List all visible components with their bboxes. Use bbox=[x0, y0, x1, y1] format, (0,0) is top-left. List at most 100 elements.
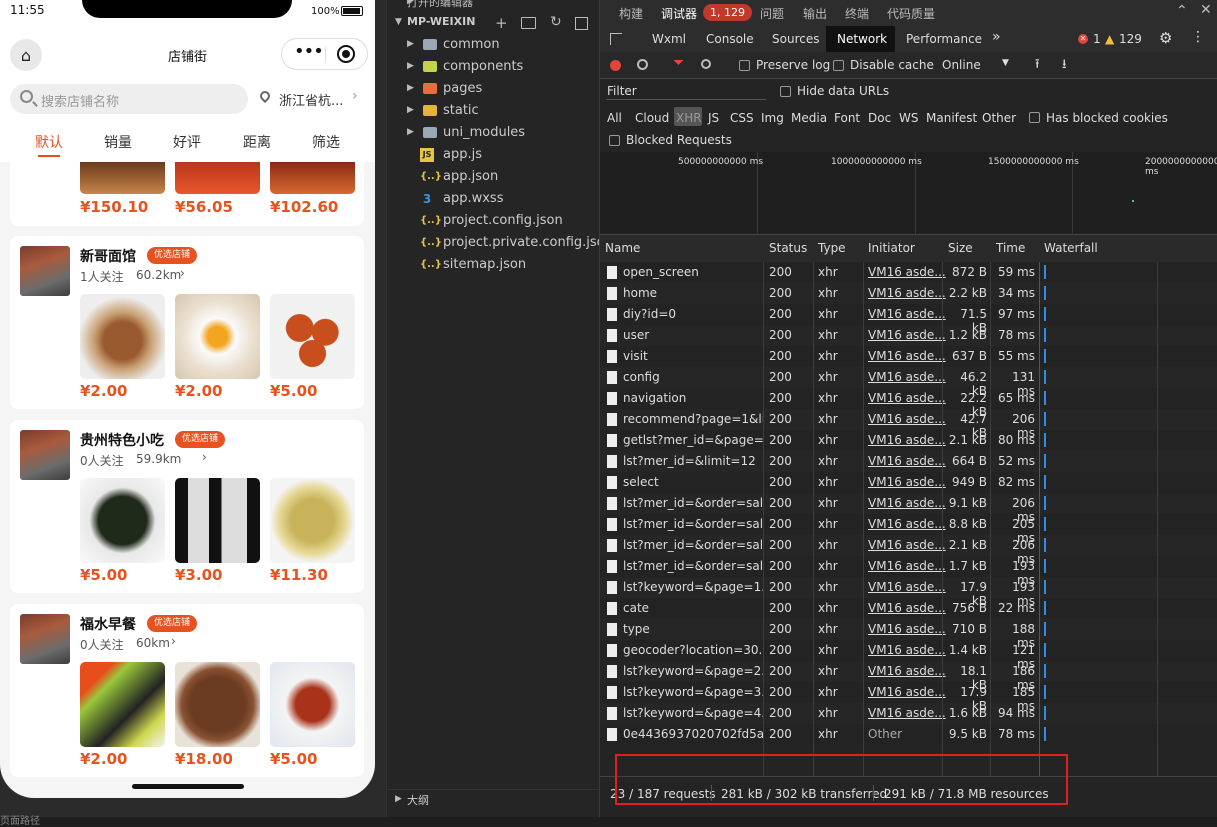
location-pin-icon[interactable] bbox=[257, 88, 273, 104]
request-name[interactable]: lst?keyword=&page=1... bbox=[623, 580, 763, 594]
table-row[interactable]: lst?mer_id=&order=sal... 200 xhr VM16 asde.… bbox=[600, 556, 1217, 587]
file-sitemap[interactable]: {..} sitemap.json bbox=[387, 255, 600, 277]
store-thumbnail[interactable] bbox=[20, 246, 70, 296]
store-thumbnail[interactable] bbox=[20, 430, 70, 480]
hide-data-urls-label[interactable]: Hide data URLs bbox=[797, 84, 889, 98]
disable-cache-label[interactable]: Disable cache bbox=[850, 58, 934, 72]
chevron-right-icon[interactable]: › bbox=[180, 266, 185, 280]
store-card[interactable]: 福水早餐 优选店铺 0人关注 60km › ¥2.00 ¥18.00 ¥5.00 bbox=[10, 604, 364, 777]
product-photo[interactable] bbox=[175, 662, 260, 747]
type-xhr[interactable]: XHR bbox=[676, 111, 702, 125]
table-row[interactable]: cate 200 xhr VM16 asde... 756 B 22 ms bbox=[600, 598, 1217, 619]
tab-terminal[interactable]: 终端 bbox=[845, 5, 869, 22]
type-doc[interactable]: Doc bbox=[868, 111, 891, 125]
tab-rating[interactable]: 好评 bbox=[173, 132, 201, 152]
product-photo[interactable] bbox=[175, 162, 260, 194]
request-initiator[interactable]: VM16 asde... bbox=[868, 391, 946, 405]
open-editors-section[interactable]: ▶ 打开的编辑器 bbox=[387, 0, 600, 14]
column-type[interactable]: Type bbox=[818, 241, 846, 255]
folder-components[interactable]: ▶ components bbox=[387, 57, 600, 79]
request-initiator[interactable]: VM16 asde... bbox=[868, 412, 946, 426]
type-font[interactable]: Font bbox=[834, 111, 860, 125]
table-row[interactable]: type 200 xhr VM16 asde... 710 B 188 ms bbox=[600, 619, 1217, 650]
collapse-panel-icon[interactable]: ⌃ bbox=[1176, 3, 1188, 19]
hide-data-urls-checkbox[interactable] bbox=[780, 86, 791, 97]
outline-section[interactable]: ▶ 大纲 bbox=[387, 789, 600, 812]
error-icon[interactable]: ✕ bbox=[1078, 34, 1088, 44]
table-row[interactable]: user 200 xhr VM16 asde... 1.2 kB 78 ms bbox=[600, 325, 1217, 346]
request-initiator[interactable]: VM16 asde... bbox=[868, 286, 946, 300]
type-manifest[interactable]: Manifest bbox=[926, 111, 977, 125]
close-icon[interactable]: ✕ bbox=[1200, 2, 1212, 18]
request-initiator[interactable]: VM16 asde... bbox=[868, 622, 946, 636]
type-js[interactable]: JS bbox=[708, 111, 719, 125]
folder-uni-modules[interactable]: ▶ uni_modules bbox=[387, 123, 600, 145]
product-photo[interactable] bbox=[175, 294, 260, 379]
tab-build[interactable]: 构建 bbox=[619, 5, 643, 22]
chevron-right-icon[interactable]: › bbox=[352, 88, 358, 104]
request-name[interactable]: user bbox=[623, 328, 763, 342]
tab-console[interactable]: Console bbox=[706, 32, 754, 46]
column-initiator[interactable]: Initiator bbox=[868, 241, 915, 255]
record-button[interactable] bbox=[610, 60, 621, 71]
clear-icon[interactable] bbox=[637, 59, 648, 70]
chevron-right-icon[interactable]: › bbox=[171, 634, 176, 648]
column-waterfall[interactable]: Waterfall bbox=[1044, 241, 1098, 255]
tab-debugger[interactable]: 调试器 bbox=[661, 5, 697, 22]
file-app-wxss[interactable]: 3 app.wxss bbox=[387, 189, 600, 211]
refresh-icon[interactable]: ↻ bbox=[550, 14, 562, 30]
request-name[interactable]: getlst?mer_id=&page=... bbox=[623, 433, 763, 447]
new-folder-icon[interactable] bbox=[521, 17, 536, 29]
type-other[interactable]: Other bbox=[982, 111, 1016, 125]
tab-output[interactable]: 输出 bbox=[803, 5, 827, 22]
store-card[interactable]: 新哥面馆 优选店铺 1人关注 60.2km › ¥2.00 ¥2.00 ¥5.0… bbox=[10, 236, 364, 409]
file-project-config[interactable]: {..} project.config.json bbox=[387, 211, 600, 233]
request-initiator[interactable]: Other bbox=[868, 727, 902, 741]
capsule-menu[interactable]: ••• bbox=[281, 38, 368, 70]
more-dots-icon[interactable]: ••• bbox=[294, 41, 324, 62]
collapse-all-icon[interactable] bbox=[575, 17, 588, 30]
request-initiator[interactable]: VM16 asde... bbox=[868, 475, 946, 489]
preserve-log-label[interactable]: Preserve log bbox=[756, 58, 830, 72]
file-project-private-config[interactable]: {..} project.private.config.json bbox=[387, 233, 613, 255]
table-row[interactable]: visit 200 xhr VM16 asde... 637 B 55 ms bbox=[600, 346, 1217, 367]
type-cloud[interactable]: Cloud bbox=[635, 111, 669, 125]
file-app-js[interactable]: JS app.js bbox=[387, 145, 600, 167]
tab-filter[interactable]: 筛选 bbox=[312, 132, 340, 152]
column-time[interactable]: Time bbox=[996, 241, 1025, 255]
table-row[interactable]: geocoder?location=30.... 200 xhr VM16 asde.… bbox=[600, 640, 1217, 671]
warning-icon[interactable]: ▲ bbox=[1105, 32, 1114, 46]
inspect-element-icon[interactable] bbox=[610, 33, 622, 45]
folder-pages[interactable]: ▶ pages bbox=[387, 79, 600, 101]
request-name[interactable]: cate bbox=[623, 601, 763, 615]
disable-cache-checkbox[interactable] bbox=[833, 60, 844, 71]
more-options-icon[interactable]: ⋮ bbox=[1191, 29, 1205, 45]
tab-wxml[interactable]: Wxml bbox=[652, 32, 686, 46]
store-name[interactable]: 贵州特色小吃 bbox=[80, 430, 164, 450]
project-root[interactable]: ▼ MP-WEIXIN + ↻ bbox=[387, 13, 600, 35]
import-har-icon[interactable]: ⭱ bbox=[1035, 55, 1040, 77]
request-name[interactable]: lst?keyword=&page=4... bbox=[623, 706, 763, 720]
type-ws[interactable]: WS bbox=[899, 111, 918, 125]
tab-default[interactable]: 默认 bbox=[35, 132, 63, 152]
table-row[interactable]: lst?keyword=&page=1... 200 xhr VM16 asde...… bbox=[600, 577, 1217, 608]
request-initiator[interactable]: VM16 asde... bbox=[868, 454, 946, 468]
tab-sales[interactable]: 销量 bbox=[104, 132, 132, 152]
throttling-select[interactable]: Online bbox=[942, 58, 981, 72]
table-row[interactable]: select 200 xhr VM16 asde... 949 B 82 ms bbox=[600, 472, 1217, 493]
product-photo[interactable] bbox=[80, 294, 165, 379]
request-name[interactable]: recommend?page=1&li... bbox=[623, 412, 763, 426]
tab-network[interactable]: Network bbox=[837, 32, 887, 46]
has-blocked-cookies-checkbox[interactable] bbox=[1029, 112, 1040, 123]
request-name[interactable]: lst?mer_id=&order=sal... bbox=[623, 538, 763, 552]
product-photo[interactable] bbox=[270, 294, 355, 379]
product-photo[interactable] bbox=[270, 478, 355, 563]
request-name[interactable]: lst?keyword=&page=3... bbox=[623, 685, 763, 699]
request-name[interactable]: lst?mer_id=&order=sal... bbox=[623, 559, 763, 573]
request-initiator[interactable]: VM16 asde... bbox=[868, 664, 946, 678]
table-row[interactable]: config 200 xhr VM16 asde... 46.2 kB 131 ms bbox=[600, 367, 1217, 398]
type-img[interactable]: Img bbox=[761, 111, 784, 125]
request-initiator[interactable]: VM16 asde... bbox=[868, 328, 946, 342]
request-initiator[interactable]: VM16 asde... bbox=[868, 496, 946, 510]
request-name[interactable]: 0e4436937020702fd5af... bbox=[623, 727, 763, 741]
